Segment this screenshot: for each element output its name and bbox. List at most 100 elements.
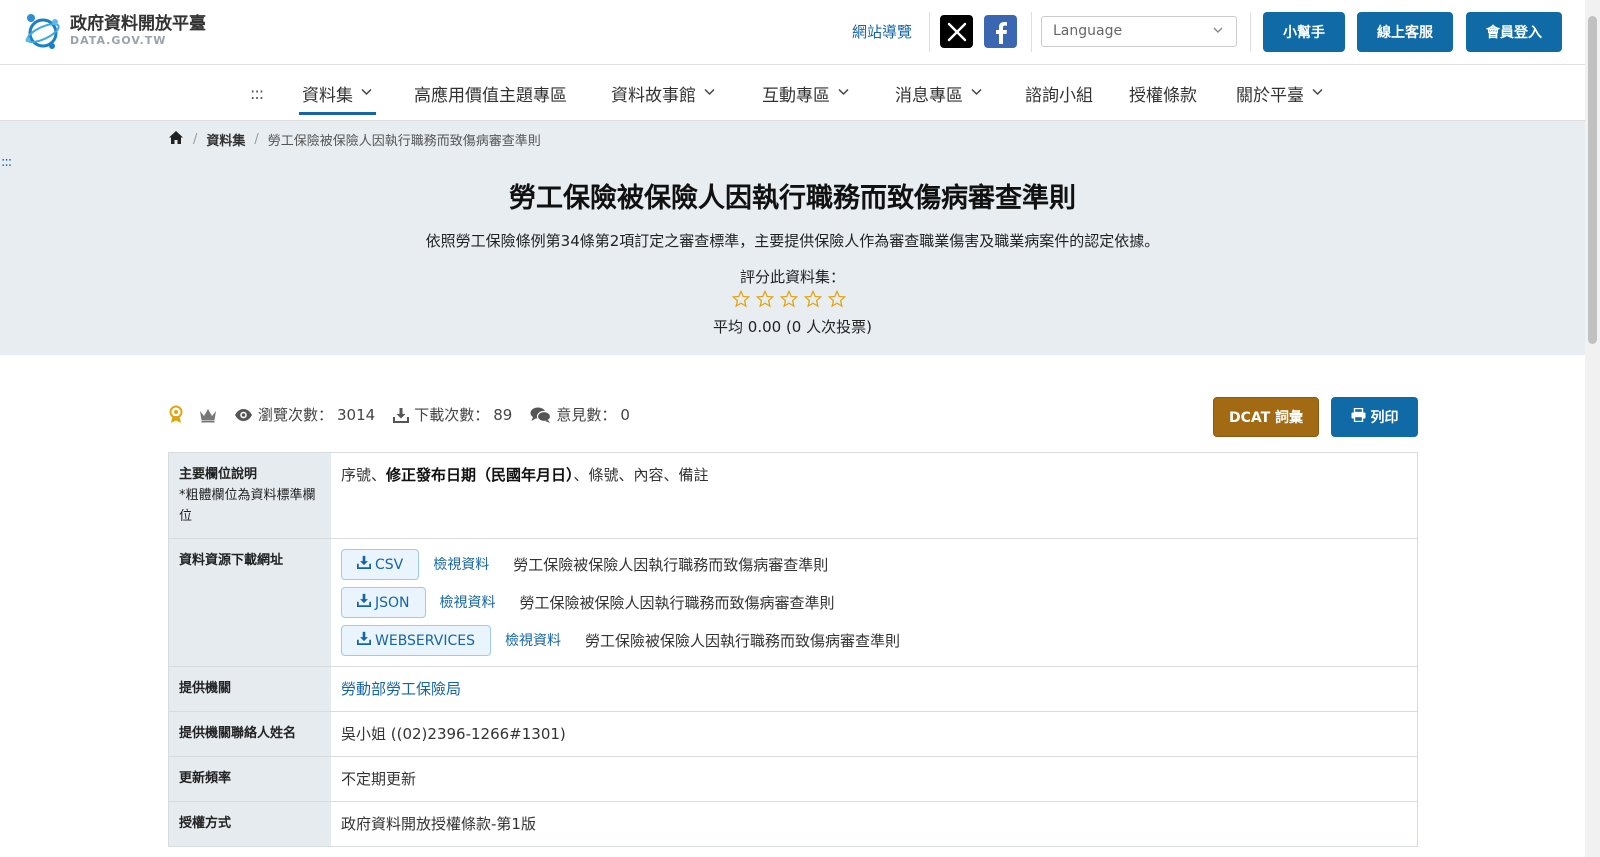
home-icon[interactable] [168,130,184,149]
table-row: 資料資源下載網址 CSV 檢視資料 勞工保險被保險人因執行職務而致傷病審查準則 … [169,539,1417,667]
print-button[interactable]: 列印 [1331,397,1418,437]
language-select[interactable]: Language [1041,16,1237,47]
comment-count-label: 意見數： [556,406,617,424]
format-label: CSV [375,556,404,573]
table-row: 授權方式 政府資料開放授權條款-第1版 [169,802,1417,847]
dcat-vocabulary-button[interactable]: DCAT 詞彙 [1213,397,1319,437]
download-count: 下載次數： 89 [393,404,512,425]
sitemap-link[interactable]: 網站導覽 [852,21,912,42]
print-button-label: 列印 [1370,410,1399,426]
star-icon[interactable] [780,290,798,308]
nav-item-label: 資料故事館 [611,85,696,106]
row-header: 授權方式 [169,802,331,846]
nav-accesskey[interactable]: ::: [250,84,264,103]
member-login-button[interactable]: 會員登入 [1466,12,1562,52]
breadcrumb-current: 勞工保險被保險人因執行職務而致傷病審查準則 [267,134,541,149]
page-title: 勞工保險被保險人因執行職務而致傷病審查準則 [509,183,1076,214]
chevron-down-icon [1212,24,1224,40]
dataset-info-table: 主要欄位說明 *粗體欄位為資料標準欄位 序號、修正發布日期（民國年月日）、條號、… [168,452,1418,847]
row-header: 更新頻率 [169,757,331,801]
star-icon[interactable] [804,290,822,308]
row-header: 提供機關聯絡人姓名 [169,712,331,756]
nav-item-label: 消息專區 [895,85,963,106]
language-select-value: Language [1053,23,1123,39]
nav-item-datasets[interactable]: 資料集 [299,65,376,121]
comments-icon [530,407,552,423]
table-row: 提供機關聯絡人姓名 吳小姐 ((02)2396-1266#1301) [169,712,1417,757]
format-label: JSON [375,594,410,611]
printer-icon [1351,407,1366,426]
provider-link[interactable]: 勞動部勞工保險局 [341,680,461,698]
nav-item-label: 關於平臺 [1236,85,1304,106]
nav-item-label: 授權條款 [1129,85,1197,106]
nav-item-label: 諮詢小組 [1025,85,1093,106]
content-accesskey[interactable]: ::: [1,155,12,170]
nav-item-news[interactable]: 消息專區 [895,65,983,121]
main-nav: ::: 資料集 高應用價值主題專區 資料故事館 互動專區 消息專區 諮詢小組 授… [0,65,1585,121]
star-icon[interactable] [756,290,774,308]
fields-standard-text: 修正發布日期（民國年月日） [386,466,574,484]
logo-globe-icon [22,10,64,52]
nav-item-license[interactable]: 授權條款 [1129,65,1197,121]
nav-item-label: 資料集 [302,85,353,106]
scrollbar-thumb[interactable] [1588,16,1597,344]
nav-item-label: 互動專區 [762,85,830,106]
dataset-stats: 瀏覽次數： 3014 下載次數： 89 意見數： 0 [168,404,648,425]
breadcrumb-separator: / [193,132,198,147]
logo-subtitle: DATA.GOV.TW [70,34,167,47]
site-logo[interactable]: 政府資料開放平臺 DATA.GOV.TW [22,10,206,52]
download-icon [357,629,371,653]
nav-item-high-value-topics[interactable]: 高應用價值主題專區 [414,65,567,121]
view-data-link[interactable]: 檢視資料 [440,591,496,615]
view-count-value: 3014 [337,405,376,424]
divider [929,12,930,52]
table-row: 提供機關 勞動部勞工保險局 [169,667,1417,712]
rating-label: 評分此資料集： [739,268,845,286]
download-webservices-button[interactable]: WEBSERVICES [341,625,491,656]
resource-name: 勞工保險被保險人因執行職務而致傷病審查準則 [519,593,835,612]
top-header: 政府資料開放平臺 DATA.GOV.TW 網站導覽 Language 小幫手 線… [0,0,1585,65]
fields-text: 、條號、內容、備註 [573,466,709,484]
view-data-link[interactable]: 檢視資料 [505,629,561,653]
star-icon[interactable] [732,290,750,308]
fields-label: 主要欄位說明 [179,467,258,482]
fields-note: *粗體欄位為資料標準欄位 [179,488,316,524]
nav-item-advisory[interactable]: 諮詢小組 [1025,65,1093,121]
download-icon [393,407,410,423]
chevron-down-icon [703,83,716,103]
download-count-value: 89 [493,405,513,424]
facebook-icon[interactable] [984,15,1017,48]
download-icon [357,591,371,615]
crown-icon [198,407,218,423]
resource-list: CSV 檢視資料 勞工保險被保險人因執行職務而致傷病審查準則 JSON 檢視資料… [331,539,1417,666]
x-twitter-icon[interactable] [940,15,973,48]
license-value: 政府資料開放授權條款-第1版 [341,815,536,833]
nav-item-about[interactable]: 關於平臺 [1236,65,1324,121]
nav-item-label: 高應用價值主題專區 [414,85,567,106]
nav-item-data-stories[interactable]: 資料故事館 [611,65,716,121]
dataset-description: 依照勞工保險條例第34條第2項訂定之審查標準，主要提供保險人作為審查職業傷害及職… [425,232,1160,250]
row-header: 提供機關 [169,667,331,711]
chevron-down-icon [1311,83,1324,103]
star-icon[interactable] [828,290,846,308]
download-json-button[interactable]: JSON [341,587,426,618]
table-row: 更新頻率 不定期更新 [169,757,1417,802]
chevron-down-icon [360,83,373,103]
online-service-button[interactable]: 線上客服 [1357,12,1453,52]
download-csv-button[interactable]: CSV [341,549,420,580]
resource-item: WEBSERVICES 檢視資料 勞工保險被保險人因執行職務而致傷病審查準則 [341,625,1407,656]
row-header: 資料資源下載網址 [169,539,331,666]
logo-title: 政府資料開放平臺 [70,14,206,34]
frequency-value: 不定期更新 [341,770,417,788]
helper-button[interactable]: 小幫手 [1263,12,1345,52]
view-count-label: 瀏覽次數： [258,406,334,424]
download-count-label: 下載次數： [414,406,490,424]
nav-item-interaction[interactable]: 互動專區 [762,65,850,121]
table-row: 主要欄位說明 *粗體欄位為資料標準欄位 序號、修正發布日期（民國年月日）、條號、… [169,453,1417,539]
rating-stars[interactable] [732,290,846,308]
view-data-link[interactable]: 檢視資料 [433,553,489,577]
contact-value: 吳小姐 ((02)2396-1266#1301) [341,725,566,743]
page-scrollbar[interactable] [1585,0,1600,857]
breadcrumb-datasets[interactable]: 資料集 [206,130,245,149]
chevron-down-icon [970,83,983,103]
